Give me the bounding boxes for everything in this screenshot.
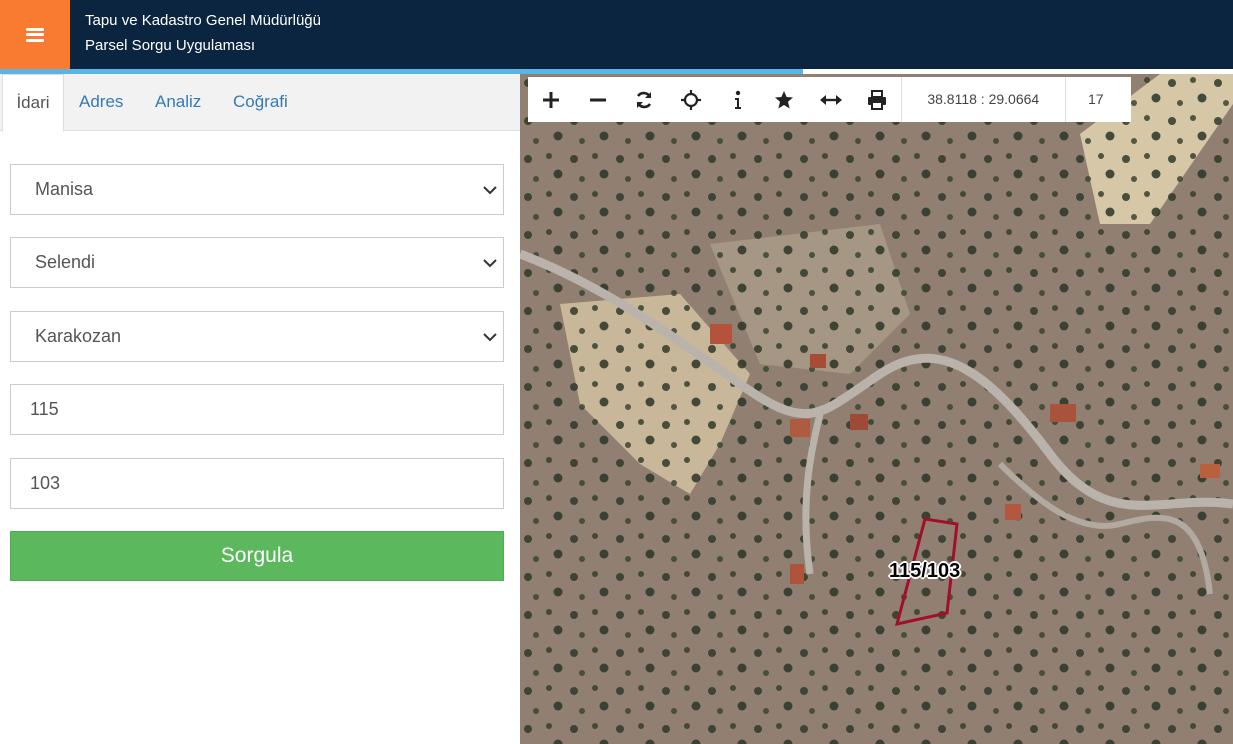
app-title-line2: Parsel Sorgu Uygulaması xyxy=(85,37,256,54)
zoom-in-icon xyxy=(543,91,560,108)
chevron-down-icon xyxy=(483,333,497,342)
neighborhood-value: Karakozan xyxy=(35,326,122,346)
refresh-button[interactable] xyxy=(621,77,668,122)
zoom-level: 17 xyxy=(1087,91,1104,107)
app-title-line1: Tapu ve Kadastro Genel Müdürlüğü xyxy=(85,12,321,29)
chevron-down-icon xyxy=(483,186,497,195)
district-value: Selendi xyxy=(35,252,96,272)
parcel-number-input[interactable] xyxy=(30,459,470,508)
zoom-out-icon xyxy=(589,98,606,101)
print-button[interactable] xyxy=(854,77,901,122)
chevron-down-icon xyxy=(483,259,497,268)
locate-icon xyxy=(681,89,702,110)
app-title: Tapu ve Kadastro Genel Müdürlüğü Parsel … xyxy=(85,8,321,58)
locate-button[interactable] xyxy=(668,77,715,122)
coordinate-readout: 38.8118 : 29.0664 xyxy=(900,77,1066,122)
app-header: Tapu ve Kadastro Genel Müdürlüğü Parsel … xyxy=(0,0,1233,69)
satellite-imagery xyxy=(520,74,1233,744)
tab-cografi[interactable]: Coğrafi xyxy=(233,74,288,131)
neighborhood-select[interactable]: Karakozan xyxy=(10,311,504,362)
print-icon xyxy=(868,89,887,110)
province-select[interactable]: Manisa xyxy=(10,164,504,215)
map-toolbar: 38.8118 : 29.0664 17 xyxy=(528,77,1131,122)
refresh-icon xyxy=(637,91,652,108)
favorite-button[interactable] xyxy=(761,77,808,122)
measure-button[interactable] xyxy=(808,77,855,122)
parcel-number-field[interactable] xyxy=(10,458,504,509)
query-button[interactable]: Sorgula xyxy=(10,531,504,581)
block-number-input[interactable] xyxy=(30,385,470,434)
tab-idari[interactable]: İdari xyxy=(2,74,64,132)
hamburger-icon xyxy=(26,27,44,42)
parcel-label: 115/103 xyxy=(889,560,961,582)
satellite-map[interactable] xyxy=(520,74,1233,744)
tab-analiz[interactable]: Analiz xyxy=(155,74,201,131)
measure-icon xyxy=(819,94,842,105)
zoom-out-button[interactable] xyxy=(575,77,622,122)
info-icon xyxy=(734,90,741,109)
province-value: Manisa xyxy=(35,179,94,199)
zoom-in-button[interactable] xyxy=(528,77,575,122)
menu-button[interactable] xyxy=(0,0,70,69)
info-button[interactable] xyxy=(714,77,761,122)
block-number-field[interactable] xyxy=(10,384,504,435)
tab-bar: İdari Adres Analiz Coğrafi xyxy=(0,74,520,132)
district-select[interactable]: Selendi xyxy=(10,237,504,288)
query-sidebar: İdari Adres Analiz Coğrafi Manisa Selend… xyxy=(0,74,520,744)
star-icon xyxy=(775,90,794,108)
tab-adres[interactable]: Adres xyxy=(79,74,123,131)
